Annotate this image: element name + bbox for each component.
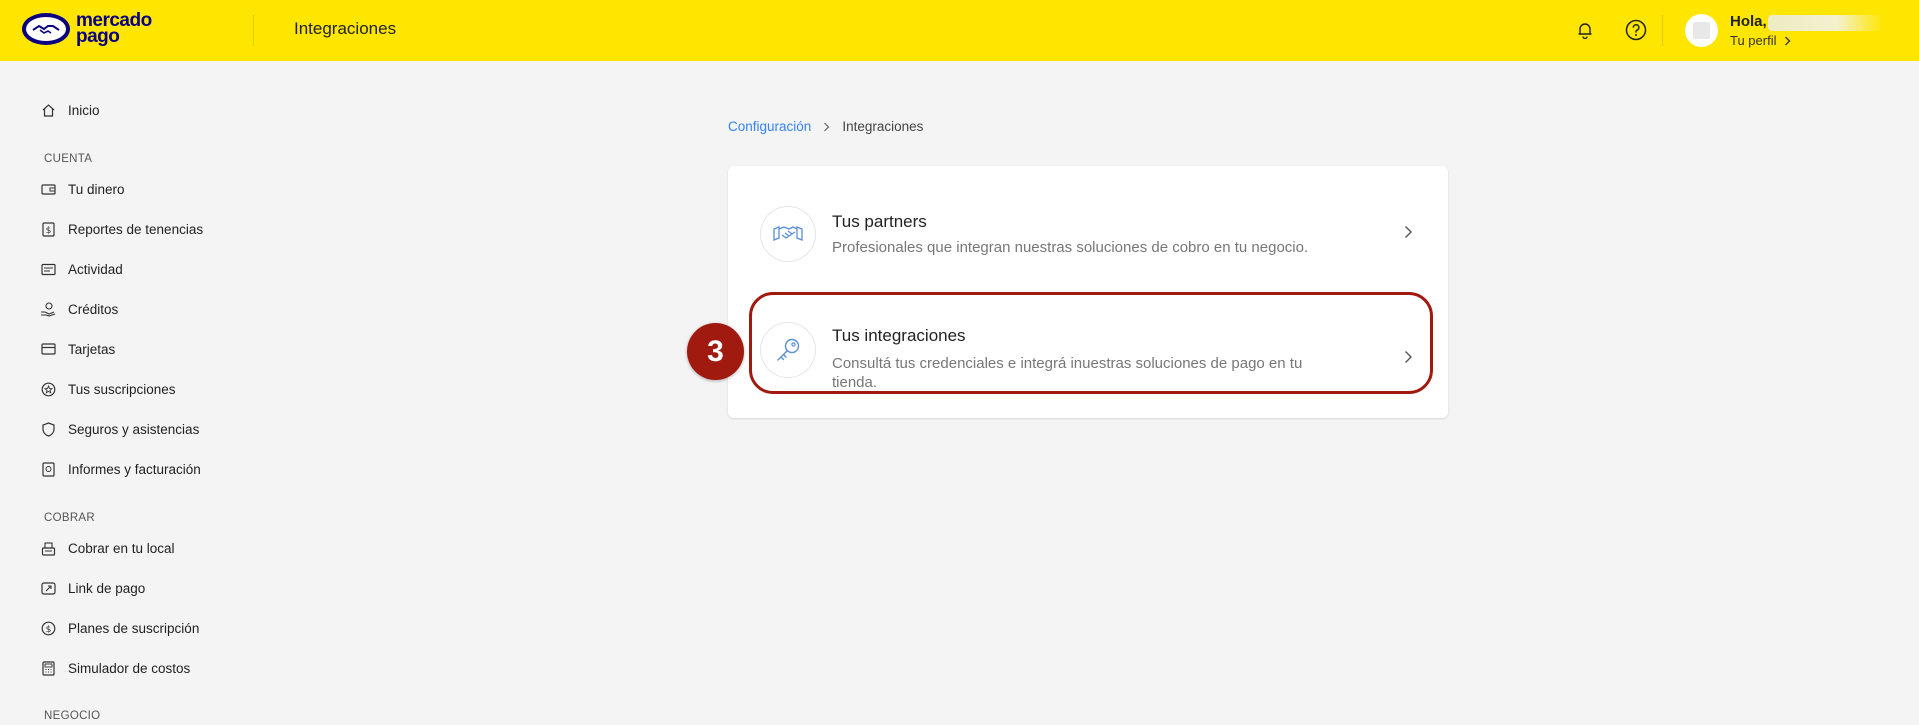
sidebar-item-label: Simulador de costos xyxy=(68,660,191,676)
credit-hand-icon xyxy=(40,301,56,317)
integrations-card: Tus partners Profesionales que integran … xyxy=(728,166,1448,418)
chevron-right-icon xyxy=(823,122,830,132)
sidebar-item-label: Link de pago xyxy=(68,580,146,596)
mercado-pago-logo[interactable]: mercado pago xyxy=(22,10,152,47)
user-name-redacted xyxy=(1768,15,1883,31)
wallet-icon xyxy=(40,181,56,197)
breadcrumb: Configuración Integraciones xyxy=(728,119,923,134)
payment-link-icon xyxy=(40,580,56,596)
top-header: mercado pago Integraciones Hola, Tu perf… xyxy=(0,0,1919,61)
sidebar-item-inicio[interactable]: Inicio xyxy=(40,100,100,120)
chevron-right-icon xyxy=(1405,226,1412,238)
sidebar-item-label: Reportes de tenencias xyxy=(68,221,204,237)
subscription-star-icon xyxy=(40,381,56,397)
sidebar-item-cobrar-en-tu-local[interactable]: Cobrar en tu local xyxy=(40,538,175,558)
sidebar-item-label: Tus suscripciones xyxy=(68,381,176,397)
row-title: Tus integraciones xyxy=(832,326,966,345)
card-icon xyxy=(40,341,56,357)
sidebar-item-label: Cobrar en tu local xyxy=(68,540,175,556)
sidebar-item-tu-dinero[interactable]: Tu dinero xyxy=(40,179,125,199)
sidebar-item-tarjetas[interactable]: Tarjetas xyxy=(40,339,115,359)
sidebar-item-link-de-pago[interactable]: Link de pago xyxy=(40,578,145,598)
profile-link[interactable]: Tu perfil xyxy=(1730,33,1791,48)
header-divider xyxy=(1662,15,1663,46)
sidebar-section-title: CUENTA xyxy=(44,153,93,165)
row-title: Tus partners xyxy=(832,212,927,231)
chevron-right-icon xyxy=(1405,351,1412,363)
chevron-right-icon xyxy=(1785,36,1791,45)
list-item-tus-integraciones[interactable]: Tus integraciones Consultá tus credencia… xyxy=(728,298,1448,418)
sidebar-item-label: Tu dinero xyxy=(68,181,125,197)
sidebar-item-simulador-de-costos[interactable]: Simulador de costos xyxy=(40,658,190,678)
sidebar-item-label: Seguros y asistencias xyxy=(68,421,200,437)
sidebar-item-reportes-de-tenencias[interactable]: $ Reportes de tenencias xyxy=(40,219,203,239)
page-title: Integraciones xyxy=(294,19,397,38)
row-description: Consultá tus credenciales e integrá inue… xyxy=(832,355,1303,391)
sidebar-item-label: Créditos xyxy=(68,301,119,317)
logo-wordmark: mercado pago xyxy=(76,10,152,47)
activity-icon xyxy=(40,261,56,277)
cash-register-icon xyxy=(40,540,56,556)
report-icon: $ xyxy=(40,221,56,237)
sidebar-item-seguros-y-asistencias[interactable]: Seguros y asistencias xyxy=(40,419,199,439)
svg-text:$: $ xyxy=(45,226,51,236)
sidebar-section-title: COBRAR xyxy=(44,512,96,524)
sidebar-item-label: Informes y facturación xyxy=(68,461,201,477)
step-number-badge: 3 xyxy=(687,323,744,380)
sidebar-item-informes-y-facturacion[interactable]: Informes y facturación xyxy=(40,459,201,479)
row-description: Profesionales que integran nuestras solu… xyxy=(832,239,1309,256)
sidebar-item-label: Planes de suscripción xyxy=(68,620,200,636)
sidebar-item-actividad[interactable]: Actividad xyxy=(40,259,123,279)
bell-icon[interactable] xyxy=(1573,18,1597,42)
sidebar-item-label: Tarjetas xyxy=(68,341,116,357)
handshake-logo-icon xyxy=(22,13,70,45)
coin-icon: $ xyxy=(40,620,56,636)
handshake-icon xyxy=(760,206,816,262)
shield-icon xyxy=(40,421,56,437)
svg-text:$: $ xyxy=(45,625,51,635)
sidebar-item-label: Actividad xyxy=(68,261,123,277)
help-icon[interactable] xyxy=(1624,18,1648,42)
breadcrumb-current: Integraciones xyxy=(842,119,924,134)
greeting-text: Hola, xyxy=(1730,13,1767,30)
key-icon xyxy=(760,322,816,378)
avatar[interactable] xyxy=(1685,14,1718,47)
sidebar-item-planes-de-suscripcion[interactable]: $ Planes de suscripción xyxy=(40,618,199,638)
calculator-icon xyxy=(40,660,56,676)
sidebar-item-tus-suscripciones[interactable]: Tus suscripciones xyxy=(40,379,176,399)
invoice-icon xyxy=(40,461,56,477)
breadcrumb-link-configuracion[interactable]: Configuración xyxy=(728,119,811,134)
profile-link-label: Tu perfil xyxy=(1730,33,1777,48)
home-icon xyxy=(40,102,56,118)
sidebar-section-title: NEGOCIO xyxy=(44,710,101,722)
sidebar-item-label: Inicio xyxy=(68,102,100,118)
list-item-tus-partners[interactable]: Tus partners Profesionales que integran … xyxy=(728,166,1448,298)
sidebar-item-creditos[interactable]: Créditos xyxy=(40,299,118,319)
header-divider xyxy=(253,15,254,46)
